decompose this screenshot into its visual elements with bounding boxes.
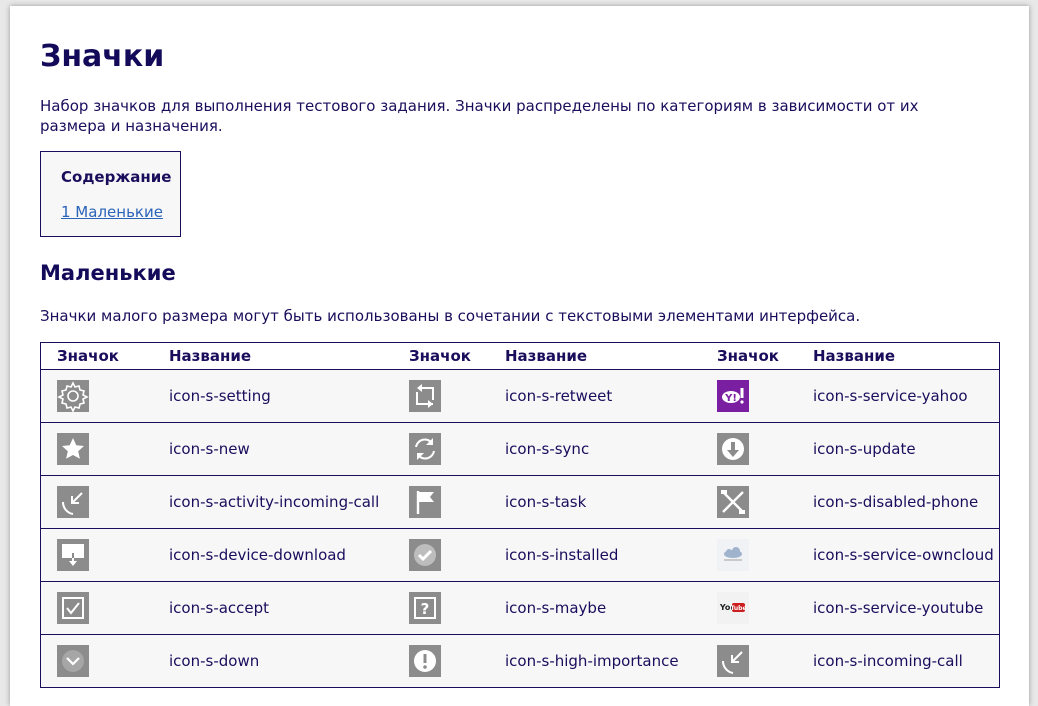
icon-name: icon-s-incoming-call [813, 634, 1000, 688]
header-icon-1: Значок [40, 342, 169, 370]
check-circle-icon [409, 539, 441, 571]
icon-name: icon-s-accept [169, 581, 409, 635]
page-title: Значки [40, 39, 165, 74]
table-row: icon-s-accept ? icon-s-maybe You Tube ico… [40, 581, 1000, 635]
icon-name: icon-s-service-owncloud [813, 528, 1000, 582]
icon-name: icon-s-task [505, 475, 717, 529]
toc-link-small[interactable]: 1 Маленькие [61, 203, 163, 221]
retweet-icon [409, 380, 441, 412]
update-icon [717, 433, 749, 465]
owncloud-icon [717, 539, 749, 571]
icon-name: icon-s-update [813, 422, 1000, 476]
icon-name: icon-s-installed [505, 528, 717, 582]
disabled-phone-icon [717, 486, 749, 518]
icon-name: icon-s-setting [169, 369, 409, 423]
table-of-contents: Содержание 1 Маленькие [40, 151, 181, 237]
exclamation-icon [409, 645, 441, 677]
section-title: Маленькие [40, 261, 176, 285]
icons-table: Значок Название Значок Название Значок Н… [40, 342, 1000, 688]
header-icon-2: Значок [409, 342, 505, 370]
flag-icon [409, 486, 441, 518]
header-name-1: Название [169, 342, 409, 370]
table-row: icon-s-device-download icon-s-installed … [40, 528, 1000, 582]
chevron-down-icon [57, 645, 89, 677]
yahoo-icon: Y! [717, 380, 749, 412]
table-row: icon-s-setting icon-s-retweet Y! icon-s-… [40, 369, 1000, 423]
icon-name: icon-s-device-download [169, 528, 409, 582]
icon-name: icon-s-service-yahoo [813, 369, 1000, 423]
question-icon: ? [409, 592, 441, 624]
gear-icon [57, 380, 89, 412]
table-row: icon-s-activity-incoming-call icon-s-tas… [40, 475, 1000, 529]
star-icon [57, 433, 89, 465]
table-row: icon-s-new icon-s-sync icon-s-update [40, 422, 1000, 476]
icon-name: icon-s-maybe [505, 581, 717, 635]
header-name-3: Название [813, 342, 1000, 370]
svg-text:Tube: Tube [730, 605, 746, 612]
youtube-icon: You Tube [717, 592, 749, 624]
icon-name: icon-s-retweet [505, 369, 717, 423]
table-header-row: Значок Название Значок Название Значок Н… [40, 342, 1000, 370]
device-download-icon [57, 539, 89, 571]
incoming-call-icon [717, 645, 749, 677]
sync-icon [409, 433, 441, 465]
icon-name: icon-s-new [169, 422, 409, 476]
icon-name: icon-s-down [169, 634, 409, 688]
icon-name: icon-s-high-importance [505, 634, 717, 688]
table-row: icon-s-down icon-s-high-importance icon-… [40, 634, 1000, 688]
checkbox-icon [57, 592, 89, 624]
toc-title: Содержание [61, 168, 172, 186]
header-name-2: Название [505, 342, 717, 370]
svg-text:Y!: Y! [724, 393, 737, 404]
section-description: Значки малого размера могут быть использ… [40, 307, 861, 325]
icon-name: icon-s-disabled-phone [813, 475, 1000, 529]
icon-name: icon-s-service-youtube [813, 581, 1000, 635]
document-page: Значки Набор значков для выполнения тест… [10, 6, 1029, 706]
svg-text:?: ? [421, 600, 430, 618]
header-icon-3: Значок [717, 342, 813, 370]
icon-name: icon-s-sync [505, 422, 717, 476]
icon-name: icon-s-activity-incoming-call [169, 475, 409, 529]
incoming-call-arrow-icon [57, 486, 89, 518]
intro-text: Набор значков для выполнения тестового з… [40, 97, 919, 135]
